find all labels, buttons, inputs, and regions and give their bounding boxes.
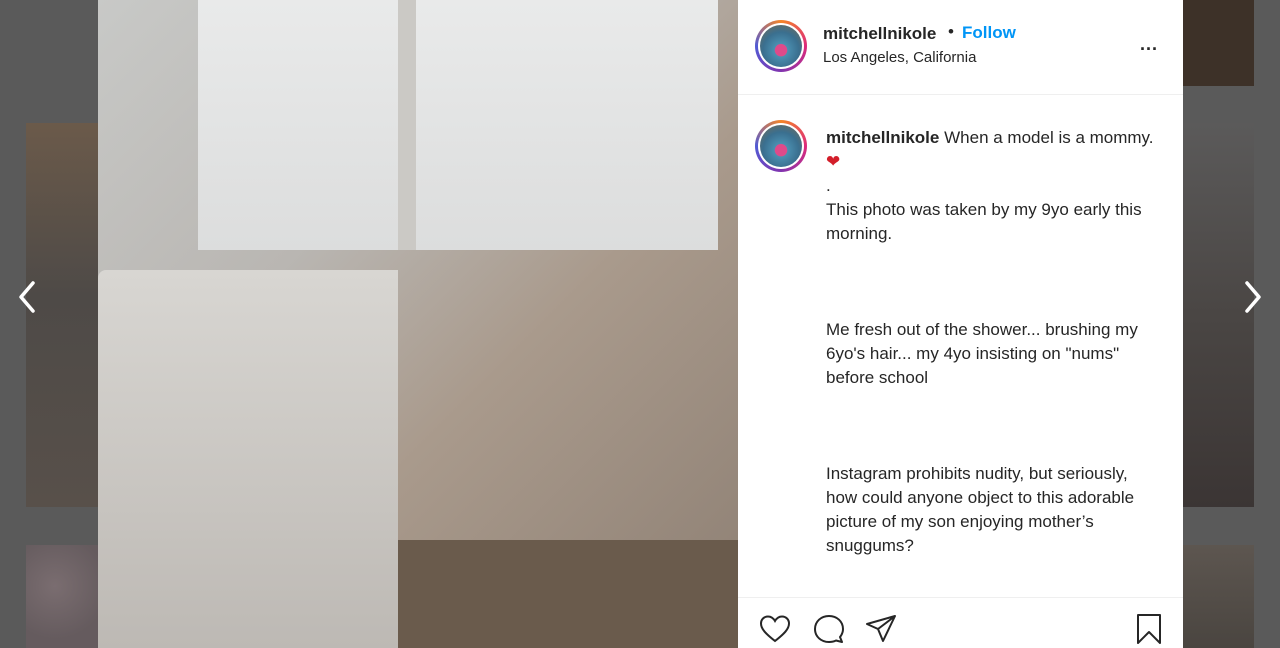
author-avatar[interactable] (755, 20, 807, 72)
feed-thumbnail[interactable] (26, 545, 98, 648)
photo-window-frame (398, 0, 416, 250)
photo-window (198, 0, 718, 250)
heart-emoji: ❤ (826, 152, 841, 171)
post-caption: mitchellnikole When a model is a mommy. ❤… (738, 96, 1183, 596)
chevron-left-icon (19, 281, 35, 313)
bookmark-icon (1137, 614, 1161, 644)
caption-author-avatar[interactable] (755, 120, 807, 172)
more-options-icon[interactable]: ... (1140, 34, 1158, 55)
photo-bathtub (98, 270, 398, 648)
post-location[interactable]: Los Angeles, California (823, 49, 976, 66)
save-button[interactable] (1132, 612, 1166, 646)
photo-floor (398, 540, 738, 648)
follow-button[interactable]: Follow (962, 23, 1016, 43)
caption-body: . This photo was taken by my 9yo early t… (826, 176, 1142, 555)
share-button[interactable] (864, 612, 898, 646)
post-photo[interactable] (98, 0, 738, 648)
caption-line: When a model is a mommy. (944, 128, 1154, 147)
feed-thumbnail[interactable] (1183, 0, 1254, 86)
separator-dot: • (948, 22, 954, 41)
caption-text: mitchellnikole When a model is a mommy. ❤… (826, 126, 1156, 558)
previous-post-button[interactable] (12, 280, 42, 320)
post-header: mitchellnikole • Follow Los Angeles, Cal… (738, 0, 1183, 95)
send-icon (866, 615, 896, 642)
author-username[interactable]: mitchellnikole (823, 24, 936, 44)
post-actions (738, 597, 1183, 648)
comment-icon (814, 615, 844, 643)
heart-icon (759, 615, 791, 643)
feed-thumbnail[interactable] (1183, 545, 1254, 648)
like-button[interactable] (758, 612, 792, 646)
chevron-right-icon (1245, 281, 1261, 313)
comment-button[interactable] (812, 612, 846, 646)
post-sidebar: mitchellnikole • Follow Los Angeles, Cal… (738, 0, 1183, 648)
next-post-button[interactable] (1238, 280, 1268, 320)
caption-author-username[interactable]: mitchellnikole (826, 128, 939, 147)
